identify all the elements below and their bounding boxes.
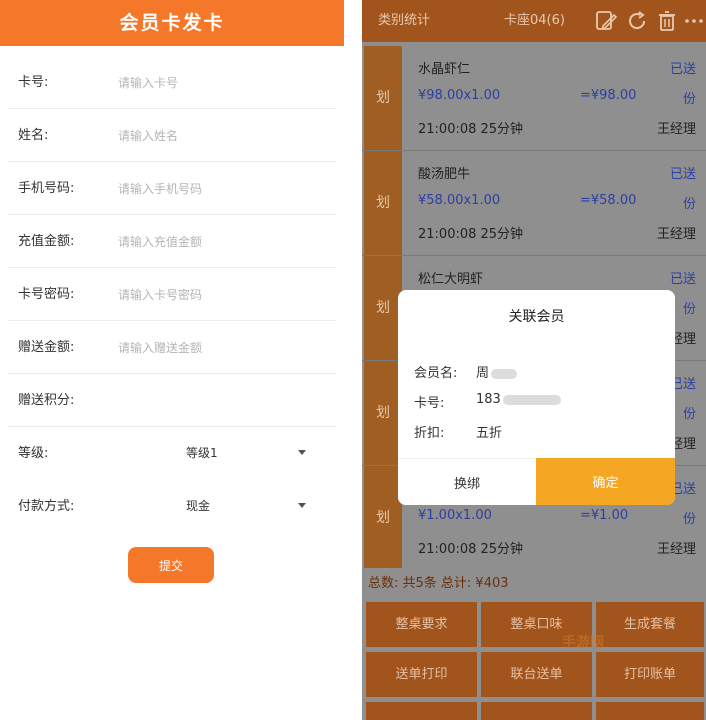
order-time: 21:00:08 25分钟 bbox=[418, 227, 524, 242]
redacted-mask bbox=[502, 394, 561, 405]
trash-icon[interactable] bbox=[655, 9, 679, 33]
action-button[interactable] bbox=[596, 702, 704, 720]
level-select[interactable]: 等级: 等级1 bbox=[0, 427, 344, 480]
dish-unit: 份 bbox=[682, 92, 696, 107]
name-row: 姓名: bbox=[0, 109, 344, 162]
edit-icon[interactable] bbox=[594, 9, 618, 33]
bonus-points-label: 赠送积分: bbox=[18, 393, 75, 408]
waiter-name: 王经理 bbox=[656, 227, 696, 242]
order-summary: 总数: 共5条 总计: ¥403 bbox=[362, 568, 706, 600]
level-value: 等级1 bbox=[186, 446, 218, 460]
more-icon[interactable] bbox=[682, 9, 706, 33]
order-item[interactable]: 划 水晶虾仁 ¥98.00x1.00 =¥98.00 21:00:08 25分钟… bbox=[362, 46, 706, 151]
level-label: 等级: bbox=[18, 446, 49, 461]
dish-price: ¥58.00x1.00 bbox=[418, 193, 501, 208]
dish-price: ¥98.00x1.00 bbox=[418, 88, 501, 103]
redacted-mask bbox=[491, 368, 518, 379]
order-time: 21:00:08 25分钟 bbox=[418, 542, 524, 557]
confirm-button[interactable]: 确定 bbox=[536, 458, 675, 505]
status-badge: 已送 bbox=[669, 272, 696, 287]
card-number-row: 卡号: 183 bbox=[414, 392, 561, 411]
payment-value: 现金 bbox=[186, 499, 211, 513]
unbind-button[interactable]: 换绑 bbox=[398, 458, 536, 505]
recharge-label: 充值金额: bbox=[18, 234, 75, 249]
card-number-label: 卡号: bbox=[18, 75, 49, 90]
member-name-row: 会员名: 周 bbox=[414, 362, 518, 381]
bonus-amount-row: 赠送金额: bbox=[0, 321, 344, 374]
bonus-amount-label: 赠送金额: bbox=[18, 340, 75, 355]
link-member-dialog: 关联会员 会员名: 周 卡号: 183 折扣: 五折 换绑 确定 bbox=[398, 290, 675, 505]
page-title: 会员卡发卡 bbox=[0, 0, 344, 46]
name-label: 姓名: bbox=[18, 128, 49, 143]
action-button[interactable] bbox=[366, 702, 477, 720]
recharge-row: 充值金额: bbox=[0, 215, 344, 268]
recharge-input[interactable] bbox=[118, 229, 318, 255]
chevron-down-icon bbox=[298, 450, 306, 455]
name-input[interactable] bbox=[118, 123, 318, 149]
submit-button[interactable]: 提交 bbox=[128, 547, 214, 583]
card-password-row: 卡号密码: bbox=[0, 268, 344, 321]
phone-row: 手机号码: bbox=[0, 162, 344, 215]
dish-total: =¥98.00 bbox=[580, 88, 637, 103]
discount-value: 五折 bbox=[476, 426, 503, 441]
dish-name: 松仁大明虾 bbox=[418, 272, 484, 287]
mark-served-button[interactable]: 划 bbox=[364, 361, 402, 465]
panel-divider bbox=[344, 0, 362, 720]
bonus-points-row: 赠送积分: bbox=[0, 374, 344, 427]
member-name-value: 周 bbox=[476, 366, 490, 381]
bonus-points-input[interactable] bbox=[118, 388, 318, 414]
mark-served-button[interactable]: 划 bbox=[364, 466, 402, 570]
print-bill-button[interactable]: 打印账单 bbox=[596, 652, 704, 697]
phone-label: 手机号码: bbox=[18, 181, 75, 196]
payment-label: 付款方式: bbox=[18, 499, 75, 514]
generate-set-meal-button[interactable]: 生成套餐 bbox=[596, 602, 704, 647]
category-stats-tab[interactable]: 类别统计 bbox=[378, 0, 430, 42]
payment-select[interactable]: 付款方式: 现金 bbox=[0, 480, 344, 533]
watermark: 手游网 bbox=[562, 635, 604, 651]
phone-input[interactable] bbox=[118, 176, 318, 202]
waiter-name: 王经理 bbox=[656, 542, 696, 557]
card-number-input[interactable] bbox=[118, 70, 318, 96]
member-name-label: 会员名: bbox=[414, 366, 458, 381]
joint-send-button[interactable]: 联台送单 bbox=[481, 652, 592, 697]
dish-name: 水晶虾仁 bbox=[418, 62, 471, 77]
order-item[interactable]: 划 酸汤肥牛 ¥58.00x1.00 =¥58.00 21:00:08 25分钟… bbox=[362, 151, 706, 256]
card-number-value: 183 bbox=[476, 392, 501, 407]
mark-served-button[interactable]: 划 bbox=[364, 46, 402, 150]
card-number-label: 卡号: bbox=[414, 396, 445, 411]
card-password-input[interactable] bbox=[118, 282, 318, 308]
card-password-label: 卡号密码: bbox=[18, 287, 75, 302]
dish-unit: 份 bbox=[682, 197, 696, 212]
send-print-button[interactable]: 送单打印 bbox=[366, 652, 477, 697]
discount-row: 折扣: 五折 bbox=[414, 422, 502, 441]
whole-table-request-button[interactable]: 整桌要求 bbox=[366, 602, 477, 647]
card-number-row: 卡号: bbox=[0, 56, 344, 109]
bonus-amount-input[interactable] bbox=[118, 335, 318, 361]
dish-unit: 份 bbox=[682, 512, 696, 527]
dish-name: 酸汤肥牛 bbox=[418, 167, 471, 182]
action-button[interactable] bbox=[481, 702, 592, 720]
dish-unit: 份 bbox=[682, 302, 696, 317]
dish-unit: 份 bbox=[682, 407, 696, 422]
refresh-icon[interactable] bbox=[625, 9, 649, 33]
dish-price: ¥1.00x1.00 bbox=[418, 508, 492, 523]
order-time: 21:00:08 25分钟 bbox=[418, 122, 524, 137]
discount-label: 折扣: bbox=[414, 426, 445, 441]
dialog-title: 关联会员 bbox=[508, 309, 565, 325]
member-card-form: 会员卡发卡 卡号: 姓名: 手机号码: 充值金额: 卡号密码: 赠送金额: 赠送… bbox=[0, 0, 344, 720]
waiter-name: 王经理 bbox=[656, 122, 696, 137]
mark-served-button[interactable]: 划 bbox=[364, 256, 402, 360]
status-badge: 已送 bbox=[669, 167, 696, 182]
mark-served-button[interactable]: 划 bbox=[364, 151, 402, 255]
table-title: 卡座04(6) bbox=[504, 13, 565, 28]
dish-total: =¥58.00 bbox=[580, 193, 637, 208]
chevron-down-icon bbox=[298, 503, 306, 508]
order-header: 类别统计 卡座04(6) bbox=[362, 0, 706, 42]
status-badge: 已送 bbox=[669, 62, 696, 77]
dish-total: =¥1.00 bbox=[580, 508, 629, 523]
